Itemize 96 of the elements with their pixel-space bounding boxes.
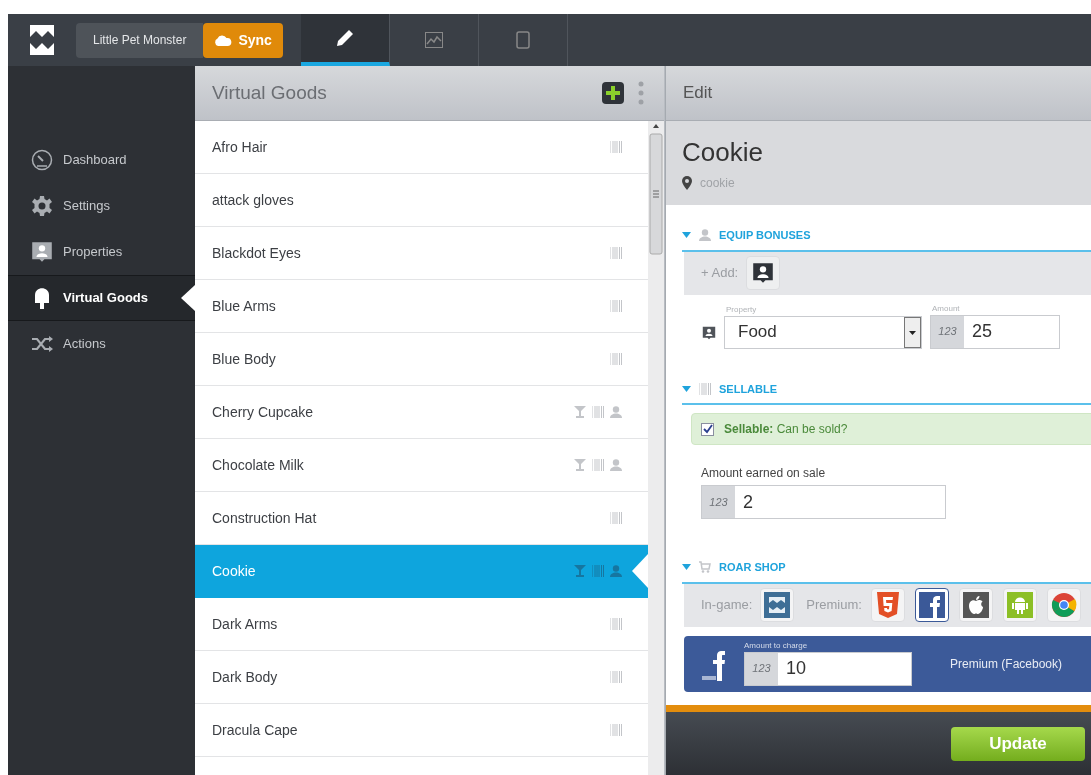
item-name: attack gloves	[212, 190, 295, 210]
item-name: Dark Arms	[212, 614, 279, 634]
plus-icon	[606, 86, 620, 100]
facebook-icon	[918, 592, 945, 618]
person-icon	[610, 565, 622, 577]
item-id: cookie	[700, 175, 735, 192]
field-label: Amount to charge	[744, 639, 809, 652]
cloud-icon	[214, 34, 233, 46]
earned-field[interactable]: 123 2	[701, 485, 946, 519]
monster-logo-icon	[30, 25, 54, 55]
pointer-icon	[632, 554, 648, 588]
shop-label: Premium:	[806, 596, 862, 615]
scrollbar[interactable]	[648, 121, 664, 775]
person-icon	[610, 406, 622, 418]
add-button[interactable]	[602, 82, 624, 104]
barcode-icon	[610, 141, 622, 153]
checkmark-icon	[702, 424, 713, 434]
tablet-icon	[515, 31, 530, 49]
barcode-icon	[610, 300, 622, 312]
item-name: Chocolate Milk	[212, 455, 305, 475]
gauge-icon	[31, 149, 53, 171]
monster-logo-icon	[764, 592, 791, 618]
amount-field[interactable]: 123 25	[930, 314, 1060, 349]
panel-title: Virtual Goods	[212, 80, 328, 105]
cart-icon	[699, 561, 711, 574]
sidebar-item[interactable]: Settings	[8, 183, 195, 229]
panel-title: Edit	[683, 82, 713, 105]
item-name: Cookie	[212, 561, 257, 581]
barcode-icon	[610, 247, 622, 259]
barcode-icon	[592, 406, 604, 418]
charge-field[interactable]: 123 10	[744, 651, 912, 686]
pointer-icon	[181, 285, 195, 311]
person-card-icon	[31, 241, 53, 263]
item-title: Cookie	[682, 136, 764, 169]
field-value: 2	[742, 490, 754, 514]
number-hint: 123	[745, 652, 778, 685]
barcode-icon	[699, 382, 711, 395]
chart-icon	[424, 32, 443, 48]
android-icon	[1006, 592, 1033, 618]
sidebar-item[interactable]: Dashboard	[8, 137, 195, 183]
project-name[interactable]: Little Pet Monster	[76, 22, 204, 58]
item-name: Blue Body	[212, 349, 277, 369]
goblet-icon	[574, 406, 586, 418]
field-value: 25	[971, 320, 994, 343]
field-label: Amount	[932, 302, 961, 315]
barcode-icon	[592, 459, 604, 471]
location-pin-icon	[682, 176, 692, 190]
person-icon	[699, 229, 711, 242]
field-label: Property	[726, 303, 758, 316]
settings-icon	[31, 195, 53, 217]
caret-icon[interactable]	[682, 564, 691, 571]
apple-icon	[962, 592, 989, 618]
section-heading: SELLABLE	[719, 381, 778, 397]
property-select[interactable]: Food	[724, 315, 922, 349]
pencil-icon	[334, 28, 355, 48]
caret-icon[interactable]	[682, 232, 691, 239]
item-name: Cherry Cupcake	[212, 402, 315, 422]
caret-icon[interactable]	[682, 385, 691, 392]
add-property-button[interactable]	[746, 256, 781, 290]
sellable-label: Sellable: Can be sold?	[724, 421, 848, 438]
item-name: Blackdot Eyes	[212, 243, 302, 263]
item-name: Dracula Cape	[212, 720, 299, 740]
shop-label: In-game:	[701, 596, 753, 615]
sidebar-item[interactable]: Actions	[8, 321, 195, 367]
goblet-icon	[574, 565, 586, 577]
number-hint: 123	[702, 486, 735, 518]
section-heading: ROAR SHOP	[719, 560, 786, 575]
sidebar-item[interactable]: Virtual Goods	[8, 275, 195, 321]
barcode-icon	[592, 565, 604, 577]
item-name: Blue Arms	[212, 296, 277, 316]
barcode-icon	[610, 512, 622, 524]
barcode-icon	[610, 671, 622, 683]
person-icon	[610, 459, 622, 471]
premium-name: Premium (Facebook)	[950, 655, 1063, 673]
person-card-icon	[702, 325, 716, 340]
shield-icon	[875, 592, 900, 618]
item-name: Dark Body	[212, 667, 279, 687]
barcode-icon	[610, 724, 622, 736]
chrome-icon	[1050, 592, 1077, 618]
section-heading: EQUIP BONUSES	[719, 228, 811, 243]
popsicle-icon	[34, 287, 50, 309]
barcode-icon	[610, 353, 622, 365]
person-card-icon	[752, 262, 775, 284]
item-name: Construction Hat	[212, 508, 318, 528]
add-label: + Add:	[701, 264, 739, 283]
shuffle-icon	[31, 336, 53, 352]
number-hint: 123	[931, 315, 964, 348]
platform-button[interactable]	[914, 588, 949, 622]
sidebar-item[interactable]: Properties	[8, 229, 195, 275]
field-value: 10	[785, 657, 808, 680]
item-name: Afro Hair	[212, 137, 269, 157]
toolbar-tab[interactable]	[300, 14, 390, 66]
field-label: Amount earned on sale	[701, 465, 827, 482]
barcode-icon	[610, 618, 622, 630]
sellable-checkbox[interactable]	[701, 422, 714, 436]
goblet-icon	[574, 459, 586, 471]
